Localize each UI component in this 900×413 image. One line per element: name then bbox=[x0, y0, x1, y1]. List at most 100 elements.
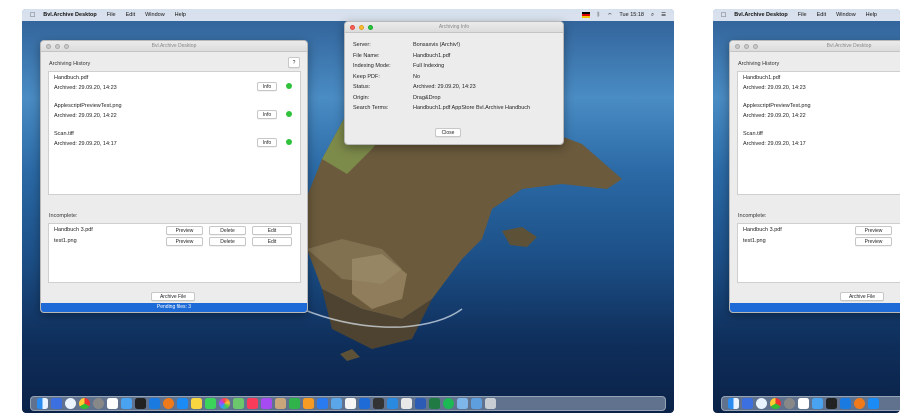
launchpad-icon[interactable] bbox=[51, 398, 62, 409]
launchpad-icon[interactable] bbox=[742, 398, 753, 409]
app-store-icon[interactable] bbox=[177, 398, 188, 409]
zoom-window-icon[interactable] bbox=[368, 25, 373, 30]
zoom-window-icon[interactable] bbox=[753, 44, 758, 49]
menu-window[interactable]: Window bbox=[145, 12, 165, 18]
contacts-icon[interactable] bbox=[275, 398, 286, 409]
menu-edit[interactable]: Edit bbox=[817, 12, 826, 18]
safari-icon[interactable] bbox=[756, 398, 767, 409]
incomplete-row[interactable]: Handbuch 3.pdf Preview Delete Edit bbox=[49, 225, 300, 236]
input-source-flag-icon[interactable] bbox=[581, 12, 590, 18]
history-item[interactable]: Scan.tiff Archived: 29.09.20, 14:17 Info bbox=[49, 128, 300, 156]
history-item[interactable]: Scan.tiff Archived: 29.09.20, 14:17 bbox=[738, 128, 900, 156]
music-icon[interactable] bbox=[247, 398, 258, 409]
keynote-icon[interactable] bbox=[317, 398, 328, 409]
menu-app-name[interactable]: Bvl.Archive Desktop bbox=[734, 12, 788, 18]
system-preferences-icon[interactable] bbox=[784, 398, 795, 409]
trash-icon[interactable] bbox=[485, 398, 496, 409]
preview-button[interactable]: Preview bbox=[855, 237, 892, 246]
calendar-icon[interactable] bbox=[107, 398, 118, 409]
minimize-window-icon[interactable] bbox=[744, 44, 749, 49]
apple-icon[interactable]:  bbox=[30, 12, 35, 19]
excel-icon[interactable] bbox=[429, 398, 440, 409]
incomplete-row[interactable]: test1.png Preview bbox=[738, 236, 900, 247]
history-item[interactable]: ApplescriptPreviewTest.png Archived: 29.… bbox=[738, 100, 900, 128]
edit-button[interactable]: Edit bbox=[252, 226, 292, 235]
menu-window[interactable]: Window bbox=[836, 12, 856, 18]
incomplete-row[interactable]: test1.png Preview Delete Edit bbox=[49, 236, 300, 247]
menu-help[interactable]: Help bbox=[175, 12, 186, 18]
finder-icon[interactable] bbox=[37, 398, 48, 409]
calendar-icon[interactable] bbox=[798, 398, 809, 409]
main-window-titlebar[interactable]: Bvl.Archive Desktop bbox=[730, 41, 900, 52]
history-item[interactable]: Handbuch1.pdf Archived: 29.09.20, 14:23 bbox=[738, 72, 900, 100]
preview-icon[interactable] bbox=[331, 398, 342, 409]
help-button[interactable]: ? bbox=[288, 57, 300, 68]
word-icon[interactable] bbox=[415, 398, 426, 409]
search-icon[interactable]: ⌕ bbox=[651, 12, 654, 19]
preview-button[interactable]: Preview bbox=[166, 237, 203, 246]
archiving-info-window: Archiving Info Server: Bonsaxvis (Archiv!… bbox=[344, 21, 564, 145]
chrome-icon[interactable] bbox=[79, 398, 90, 409]
zoom-window-icon[interactable] bbox=[64, 44, 69, 49]
clock[interactable]: Tue 15:18 bbox=[619, 12, 644, 18]
history-item[interactable]: Handbuch.pdf Archived: 29.09.20, 14:23 I… bbox=[49, 72, 300, 100]
downloads-folder-icon[interactable] bbox=[457, 398, 468, 409]
activity-monitor-icon[interactable] bbox=[373, 398, 384, 409]
photos-icon[interactable] bbox=[219, 398, 230, 409]
info-button[interactable]: Info bbox=[257, 110, 277, 119]
archive-file-button[interactable]: Archive File bbox=[151, 292, 195, 301]
info-button[interactable]: Info bbox=[257, 82, 277, 91]
close-window-icon[interactable] bbox=[735, 44, 740, 49]
control-center-icon[interactable]: ☰ bbox=[661, 12, 666, 18]
main-window-titlebar[interactable]: Bvl.Archive Desktop bbox=[41, 41, 307, 52]
podcasts-icon[interactable] bbox=[261, 398, 272, 409]
delete-button[interactable]: Delete bbox=[209, 226, 246, 235]
pages-icon[interactable] bbox=[303, 398, 314, 409]
history-item[interactable]: ApplescriptPreviewTest.png Archived: 29.… bbox=[49, 100, 300, 128]
maps-icon[interactable] bbox=[233, 398, 244, 409]
notes-icon[interactable] bbox=[191, 398, 202, 409]
wifi-icon[interactable]: ⌔ bbox=[607, 12, 612, 19]
terminal-icon[interactable] bbox=[135, 398, 146, 409]
bluetooth-icon[interactable]: ᛒ bbox=[597, 12, 600, 18]
menu-help[interactable]: Help bbox=[866, 12, 877, 18]
apple-icon[interactable]:  bbox=[721, 12, 726, 19]
menu-edit[interactable]: Edit bbox=[126, 12, 135, 18]
close-window-icon[interactable] bbox=[46, 44, 51, 49]
numbers-icon[interactable] bbox=[289, 398, 300, 409]
vscode-icon[interactable] bbox=[387, 398, 398, 409]
xcode-icon[interactable] bbox=[840, 398, 851, 409]
app-store-icon[interactable] bbox=[868, 398, 879, 409]
mail-icon[interactable] bbox=[121, 398, 132, 409]
preview-button[interactable]: Preview bbox=[855, 226, 892, 235]
messages-icon[interactable] bbox=[205, 398, 216, 409]
close-button[interactable]: Close bbox=[435, 128, 461, 137]
menu-file[interactable]: File bbox=[107, 12, 116, 18]
documents-folder-icon[interactable] bbox=[471, 398, 482, 409]
firefox-icon[interactable] bbox=[163, 398, 174, 409]
info-button[interactable]: Info bbox=[257, 138, 277, 147]
minimize-window-icon[interactable] bbox=[359, 25, 364, 30]
textedit-icon[interactable] bbox=[345, 398, 356, 409]
menu-app-name[interactable]: Bvl.Archive Desktop bbox=[43, 12, 97, 18]
archive-app-icon[interactable] bbox=[359, 398, 370, 409]
chrome-icon[interactable] bbox=[770, 398, 781, 409]
mail-icon[interactable] bbox=[812, 398, 823, 409]
info-window-titlebar[interactable]: Archiving Info bbox=[345, 22, 563, 33]
minimize-window-icon[interactable] bbox=[55, 44, 60, 49]
finder-icon[interactable] bbox=[728, 398, 739, 409]
delete-button[interactable]: Delete bbox=[209, 237, 246, 246]
slack-icon[interactable] bbox=[401, 398, 412, 409]
menu-file[interactable]: File bbox=[798, 12, 807, 18]
archive-file-button[interactable]: Archive File bbox=[840, 292, 884, 301]
xcode-icon[interactable] bbox=[149, 398, 160, 409]
close-window-icon[interactable] bbox=[350, 25, 355, 30]
spotify-icon[interactable] bbox=[443, 398, 454, 409]
preview-button[interactable]: Preview bbox=[166, 226, 203, 235]
terminal-icon[interactable] bbox=[826, 398, 837, 409]
safari-icon[interactable] bbox=[65, 398, 76, 409]
firefox-icon[interactable] bbox=[854, 398, 865, 409]
system-preferences-icon[interactable] bbox=[93, 398, 104, 409]
incomplete-row[interactable]: Handbuch 3.pdf Preview bbox=[738, 225, 900, 236]
edit-button[interactable]: Edit bbox=[252, 237, 292, 246]
